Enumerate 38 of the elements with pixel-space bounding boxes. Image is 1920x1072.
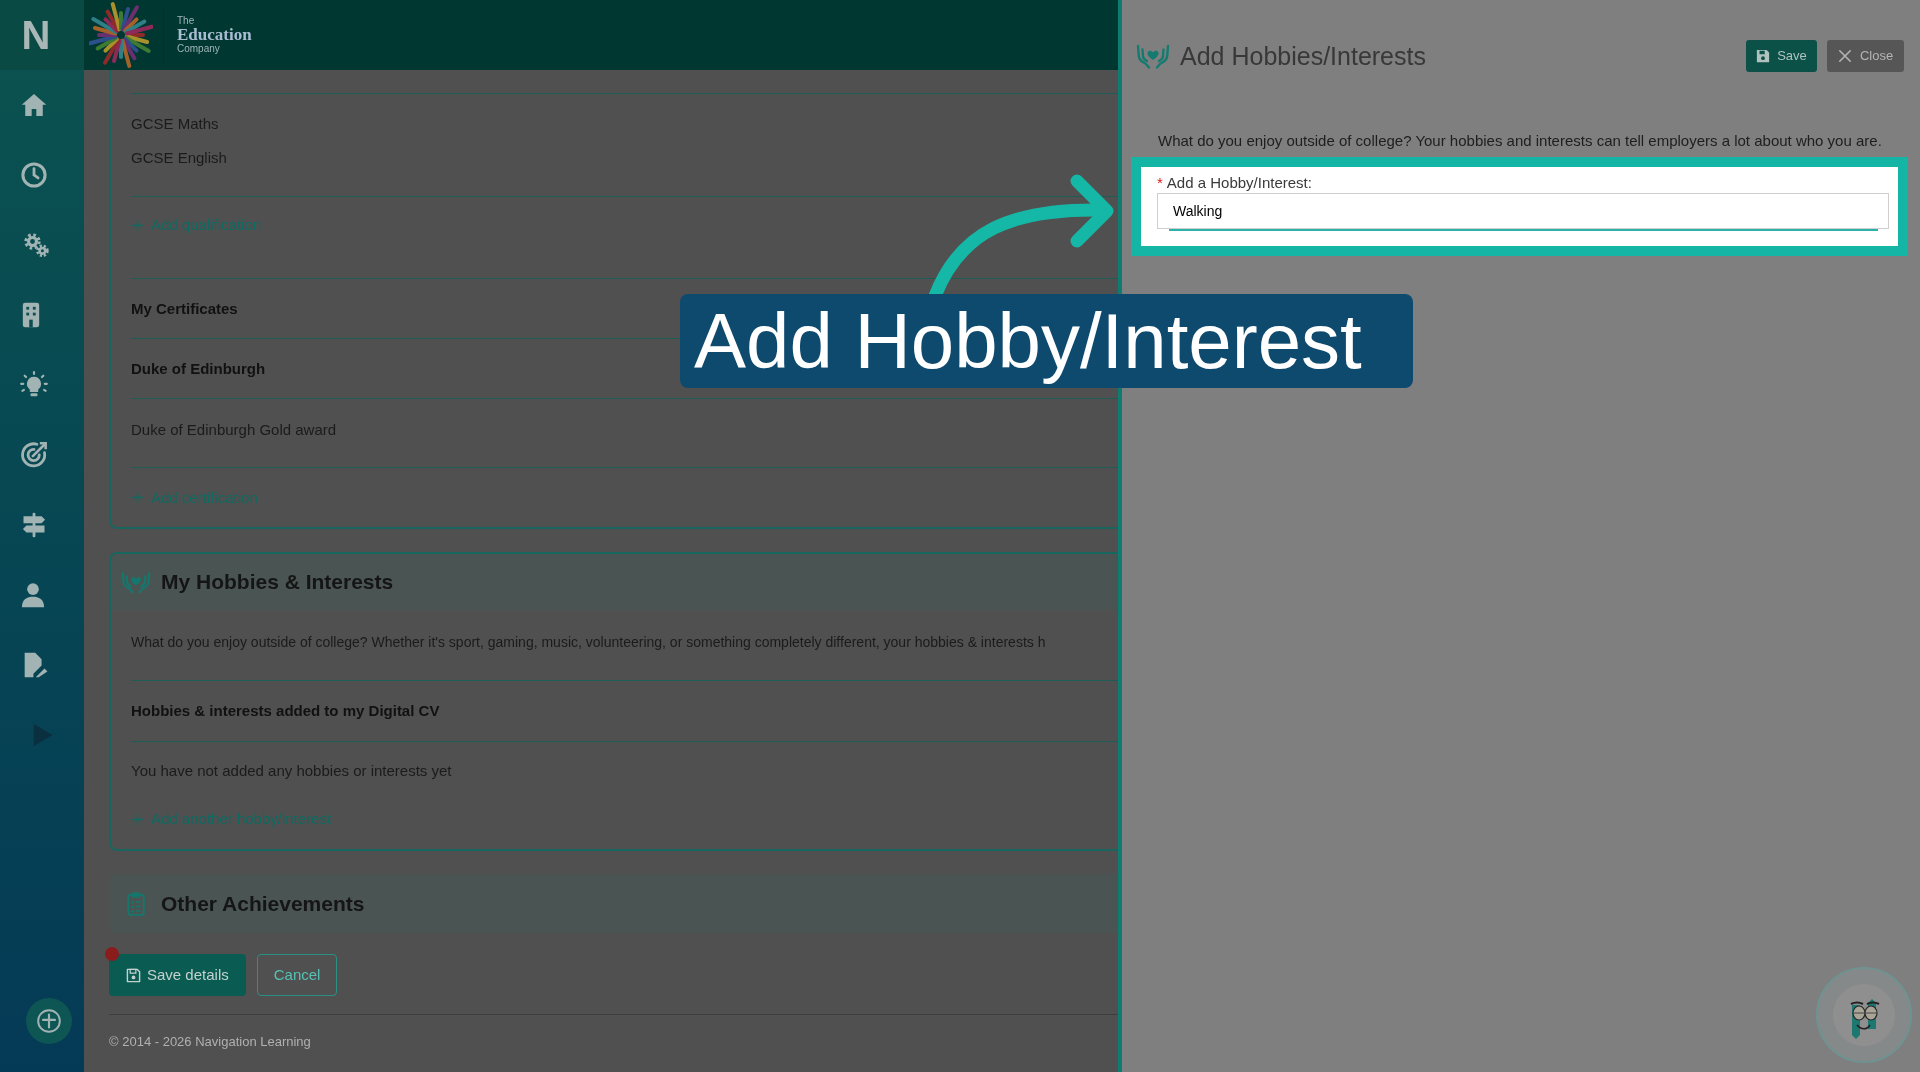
hobby-input-field[interactable]: Walking	[1157, 193, 1889, 229]
plus-icon	[131, 812, 144, 826]
save-details-button[interactable]: Save details	[109, 954, 246, 996]
field-label: Add a Hobby/Interest:	[1166, 173, 1312, 193]
plus-icon	[131, 491, 144, 504]
sunburst-logo-icon[interactable]	[89, 2, 153, 68]
hands-heart-icon	[121, 570, 151, 594]
plus-circle-icon	[36, 1008, 62, 1034]
mascot-icon	[1832, 983, 1896, 1047]
clock-icon[interactable]	[20, 161, 48, 189]
person-icon[interactable]	[19, 581, 47, 609]
section-heading: Hobbies & interests added to my Digital CV	[131, 701, 440, 721]
close-icon	[1837, 49, 1852, 63]
card-title: My Hobbies & Interests	[161, 569, 394, 595]
section-heading: My Certificates	[131, 298, 238, 319]
quick-add-button[interactable]	[26, 998, 72, 1044]
brand-small-text: Company	[177, 44, 221, 54]
target-icon[interactable]	[20, 441, 48, 469]
required-mark: *	[1157, 173, 1163, 193]
close-button[interactable]: Close	[1827, 40, 1904, 72]
signpost-icon[interactable]	[20, 511, 48, 539]
card-title: Other Achievements	[161, 890, 365, 917]
brand-small-text: The	[177, 16, 196, 26]
drawer-intro-text: What do you enjoy outside of college? Your hobbies and interests can tell employers a lot about who you are.	[1157, 131, 1883, 151]
clipboard-list-icon	[127, 891, 145, 916]
save-button[interactable]: Save	[1746, 40, 1817, 72]
annotation-label: Add Hobby/Interest	[680, 294, 1413, 388]
hands-heart-icon	[1136, 43, 1170, 69]
certificate-group-title: Duke of Edinburgh	[131, 358, 266, 379]
home-icon[interactable]	[20, 91, 48, 119]
app-logo[interactable]: N	[21, 15, 51, 55]
drawer-title: Add Hobbies/Interests	[1180, 41, 1426, 72]
brand-name: Education	[177, 26, 252, 44]
copyright-text: © 2014 - 2026 Navigation Learning	[109, 1033, 312, 1051]
cancel-button[interactable]: Cancel	[256, 954, 338, 996]
plus-icon	[131, 218, 144, 232]
lightbulb-icon[interactable]	[20, 371, 48, 399]
gears-icon[interactable]	[22, 231, 50, 259]
